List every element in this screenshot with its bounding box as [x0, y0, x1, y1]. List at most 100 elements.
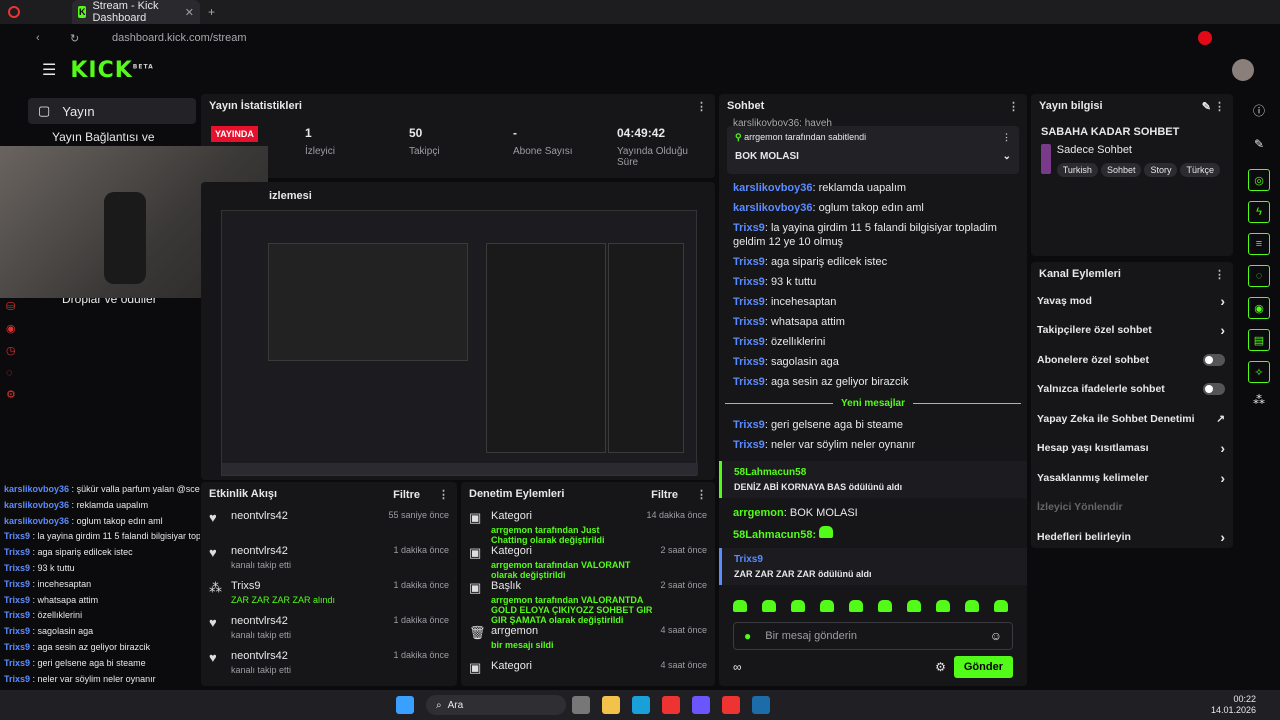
opera-logo-icon[interactable]: [8, 6, 20, 18]
channel-action-item[interactable]: İzleyici Yönlendir: [1037, 493, 1225, 523]
activity-filter-button[interactable]: Filtre: [393, 489, 420, 501]
chat-message[interactable]: karslikovboy36: oglum takop edın aml: [733, 198, 1013, 218]
explorer-icon[interactable]: [602, 696, 620, 714]
layout-icon[interactable]: ▤: [1248, 329, 1270, 351]
toggle-switch[interactable]: [1203, 353, 1225, 366]
emote-menu-icon[interactable]: ∞: [733, 660, 742, 674]
puzzle-icon[interactable]: ⁂: [1238, 393, 1280, 407]
more-icon[interactable]: ⋮: [696, 100, 707, 113]
close-tab-icon[interactable]: ✕: [185, 6, 194, 19]
clock-icon[interactable]: ◷: [6, 340, 22, 362]
edit-icon[interactable]: ✎: [1238, 137, 1280, 151]
emoji-icon[interactable]: ☺: [990, 629, 1002, 643]
camera-icon[interactable]: ◎: [1248, 169, 1270, 191]
pinned-message[interactable]: ⚲ arrgemon tarafından sabitlendi ⋮ BOK MO…: [727, 126, 1019, 174]
chat-message[interactable]: Trixs9: geri gelsene aga bi steame: [733, 415, 1013, 435]
new-tab-icon[interactable]: +: [208, 5, 215, 19]
chat-username[interactable]: Trixs9: [733, 222, 765, 234]
chat-username[interactable]: Trixs9: [733, 296, 765, 308]
app-icon[interactable]: [692, 696, 710, 714]
channel-action-item[interactable]: Yapay Zeka ile Sohbet Denetimi ↗: [1037, 404, 1225, 434]
chat-username[interactable]: Trixs9: [733, 336, 765, 348]
chat-username[interactable]: Trixs9: [733, 356, 765, 368]
chat-username[interactable]: karslikovboy36: [733, 182, 813, 194]
channel-action-item[interactable]: Hedefleri belirleyin ›: [1037, 522, 1225, 552]
moderation-item[interactable]: ▣ Kategori 4 saat önce: [461, 656, 715, 686]
more-icon[interactable]: ⋮: [438, 489, 449, 501]
url-text[interactable]: dashboard.kick.com/stream: [112, 32, 247, 44]
channel-action-item[interactable]: Yalnızca ifadelerle sohbet: [1037, 375, 1225, 405]
channel-action-item[interactable]: Hesap yaşı kısıtlaması ›: [1037, 434, 1225, 464]
address-bar[interactable]: ‹ ↻ dashboard.kick.com/stream: [28, 26, 1280, 50]
chat-bubble-icon[interactable]: ◌: [1248, 265, 1270, 287]
reload-icon[interactable]: ↻: [70, 32, 79, 45]
chat-message[interactable]: Trixs9: aga sipariş edilcek istec: [733, 252, 1013, 272]
clock[interactable]: 00:22 14.01.2026: [1211, 694, 1256, 716]
opera-icon[interactable]: [662, 696, 680, 714]
chat-message[interactable]: Trixs9: 93 k tuttu: [733, 272, 1013, 292]
steam-icon[interactable]: [752, 696, 770, 714]
chat-message[interactable]: Trixs9: aga sesin az geliyor birazcik: [733, 372, 1013, 392]
activity-item[interactable]: ♥ neontvlrs42 kanalı takip etti 1 dakika ön…: [201, 646, 457, 681]
toggle-switch[interactable]: [1203, 383, 1225, 396]
chat-username[interactable]: Trixs9: [733, 419, 765, 431]
chat-username[interactable]: Trixs9: [733, 256, 765, 268]
channel-action-item[interactable]: Yasaklanmış kelimeler ›: [1037, 463, 1225, 493]
taskbar-search[interactable]: ⌕ Ara: [426, 695, 566, 715]
moderation-filter-button[interactable]: Filtre: [651, 489, 678, 501]
info-icon[interactable]: ⓘ: [1238, 102, 1280, 119]
activity-item[interactable]: ♥ neontvlrs42 55 saniye önce: [201, 506, 457, 541]
moderation-item[interactable]: ▣ Kategori arrgemon tarafından VALORANT ol…: [461, 541, 715, 580]
chat-username[interactable]: Trixs9: [733, 276, 765, 288]
chat-message[interactable]: karslikovboy36: reklamda uapalım: [733, 178, 1013, 198]
windows-start-icon[interactable]: [396, 696, 414, 714]
menu-icon[interactable]: ☰: [42, 60, 56, 80]
browser-tab[interactable]: K Stream - Kick Dashboard ✕: [72, 0, 200, 24]
more-icon[interactable]: ⋮: [1214, 268, 1225, 281]
taskview-icon[interactable]: [572, 696, 590, 714]
bolt-icon[interactable]: ϟ: [1248, 201, 1270, 223]
chat-username[interactable]: Trixs9: [733, 439, 765, 451]
chat-icon[interactable]: ◌: [6, 362, 22, 384]
channel-action-item[interactable]: Abonelere özel sohbet: [1037, 345, 1225, 375]
avatar[interactable]: [1232, 59, 1254, 81]
channel-action-item[interactable]: Takipçilere özel sohbet ›: [1037, 316, 1225, 346]
more-icon[interactable]: ⋮: [1214, 101, 1225, 113]
mic-icon[interactable]: ●: [744, 629, 751, 643]
moderation-item[interactable]: ▣ Başlık arrgemon tarafından VALORANTDA GO…: [461, 576, 715, 625]
drops-icon[interactable]: ⛁: [6, 296, 22, 318]
chat-message[interactable]: Trixs9: whatsapa attim: [733, 312, 1013, 332]
settings-icon[interactable]: ⚙: [935, 660, 946, 674]
chat-message[interactable]: Trixs9: la yayina girdim 11 5 falandi bi…: [733, 218, 1013, 252]
edge-icon[interactable]: [632, 696, 650, 714]
broadcast-icon[interactable]: ◉: [1248, 297, 1270, 319]
activity-item[interactable]: ⁂ Trixs9 ZAR ZAR ZAR ZAR alındı 1 dakika ön…: [201, 576, 457, 611]
kick-logo[interactable]: KICKBETA: [70, 58, 153, 83]
activity-item[interactable]: ♥ neontvlrs42 kanalı takip etti 1 dakika ön…: [201, 611, 457, 646]
chat-username[interactable]: Trixs9: [733, 316, 765, 328]
moderation-item[interactable]: 🗑 arrgemon bir mesajı sildi 4 saat önce: [461, 621, 715, 656]
activity-item[interactable]: ♥ neontvlrs42 kanalı takip etti 1 dakika ön…: [201, 541, 457, 576]
flag-icon[interactable]: [1198, 31, 1212, 45]
channel-action-item[interactable]: Yavaş mod ›: [1037, 286, 1225, 316]
emote-bar[interactable]: [733, 600, 1008, 612]
back-icon[interactable]: ‹: [36, 32, 40, 44]
chat-message[interactable]: Trixs9: incehesaptan: [733, 292, 1013, 312]
circle-icon[interactable]: ◉: [6, 318, 22, 340]
moderation-item[interactable]: ▣ Kategori arrgemon tarafından Just Chatti…: [461, 506, 715, 545]
sidebar-item-yayin[interactable]: ▢ Yayın: [28, 98, 196, 124]
chat-message[interactable]: Trixs9: sagolasin aga: [733, 352, 1013, 372]
chat-message[interactable]: Trixs9: özellıklerini: [733, 332, 1013, 352]
chevron-down-icon[interactable]: ⌄: [1003, 151, 1011, 162]
edit-icon[interactable]: ✎: [1202, 101, 1211, 113]
more-icon[interactable]: ⋮: [1002, 132, 1011, 143]
obs-icon[interactable]: [722, 696, 740, 714]
more-icon[interactable]: ⋮: [1008, 100, 1019, 113]
preview-screen[interactable]: [221, 210, 698, 476]
chat-input[interactable]: ● Bir mesaj gönderin ☺: [733, 622, 1013, 650]
wrench-icon[interactable]: ✧: [1248, 361, 1270, 383]
send-button[interactable]: Gönder: [953, 656, 1013, 678]
settings-icon[interactable]: ⚙: [6, 384, 22, 406]
list-icon[interactable]: ≡: [1248, 233, 1270, 255]
more-icon[interactable]: ⋮: [696, 489, 707, 501]
